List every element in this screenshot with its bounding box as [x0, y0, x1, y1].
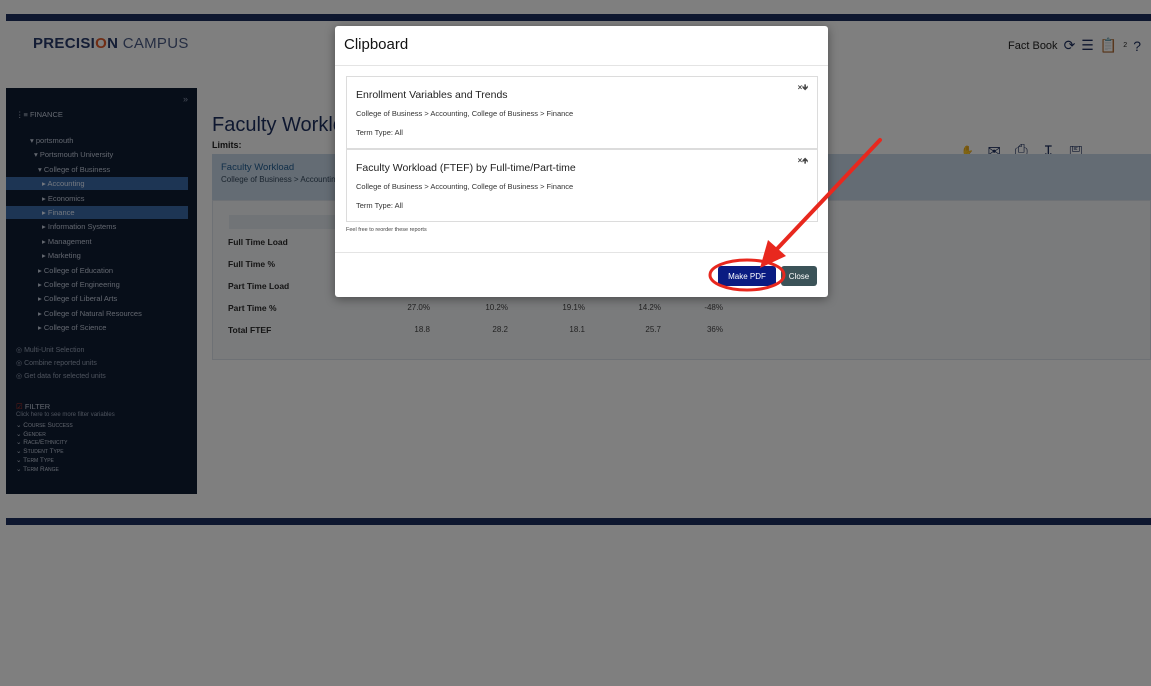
clipboard-item-units: College of Business > Accounting, Colleg…: [356, 109, 574, 118]
clipboard-item[interactable]: Faculty Workload (FTEF) by Full-time/Par…: [346, 149, 818, 222]
modal-divider: [335, 65, 828, 66]
close-button[interactable]: Close: [781, 266, 817, 286]
clipboard-item[interactable]: Enrollment Variables and Trends College …: [346, 76, 818, 149]
clipboard-item-term: Term Type: All: [356, 201, 403, 210]
make-pdf-button[interactable]: Make PDF: [718, 266, 776, 286]
clipboard-item-term: Term Type: All: [356, 128, 403, 137]
clipboard-modal: Clipboard Enrollment Variables and Trend…: [335, 26, 828, 297]
remove-move-up-icon[interactable]: ×🡹: [798, 155, 808, 169]
clipboard-item-title: Faculty Workload (FTEF) by Full-time/Par…: [356, 162, 576, 174]
reorder-note: Feel free to reorder these reports: [346, 227, 427, 233]
clipboard-item-title: Enrollment Variables and Trends: [356, 89, 508, 101]
clipboard-item-units: College of Business > Accounting, Colleg…: [356, 182, 574, 191]
modal-title: Clipboard: [344, 36, 409, 53]
modal-footer-divider: [335, 252, 828, 253]
remove-move-down-icon[interactable]: ×🡻: [798, 82, 808, 96]
